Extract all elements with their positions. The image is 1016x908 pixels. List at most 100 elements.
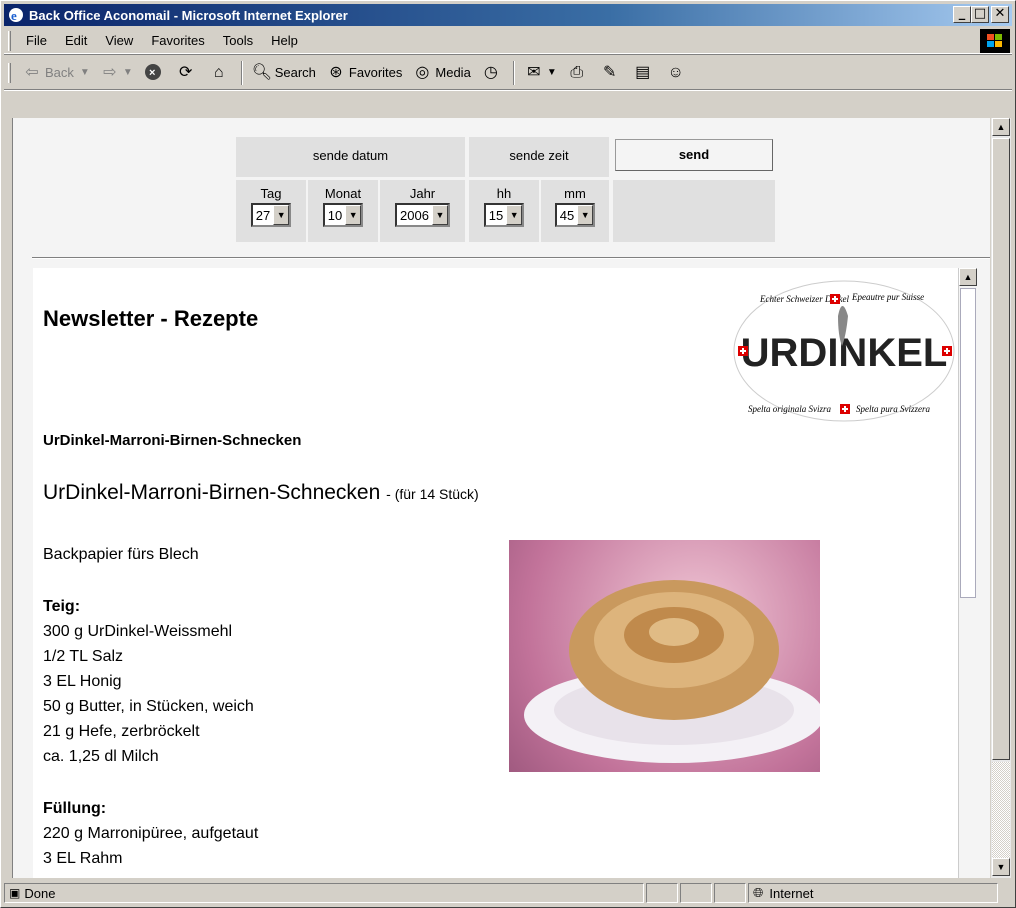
chevron-down-icon: ▼ (345, 205, 362, 225)
ingredient: ca. 1,25 dl Milch (43, 748, 159, 765)
edit-button[interactable]: ✎ (595, 60, 628, 86)
urdinkel-logo: URDINKEL Echter Schweizer Dinkel Epeautr… (730, 276, 958, 426)
ingredient: 50 g Butter, in Stücken, weich (43, 698, 254, 715)
discuss-icon: ▤ (635, 63, 651, 81)
recipe-subtitle: - (für 14 Stück) (386, 486, 479, 502)
status-text: Done (24, 885, 56, 901)
scroll-up-icon[interactable]: ▲ (992, 118, 1010, 136)
divider (32, 257, 990, 259)
scroll-thumb[interactable] (960, 288, 976, 598)
newsletter-title: Newsletter - Rezepte (43, 306, 259, 331)
minimize-button[interactable]: _ (953, 6, 971, 23)
year-label: Jahr (409, 186, 436, 201)
status-bar: ▣ Done 🌐︎ Internet (4, 881, 1012, 905)
zone-text: Internet (769, 885, 814, 901)
month-label: Monat (324, 186, 362, 201)
send-button[interactable]: send (615, 139, 773, 171)
favorites-button[interactable]: ⊛ Favorites (321, 60, 407, 86)
favorites-icon: ⊛ (329, 63, 343, 81)
forward-arrow-icon: ⇨ (103, 63, 117, 81)
toolbar-grip (8, 62, 11, 83)
menu-favorites[interactable]: Favorites (142, 33, 213, 48)
ingredient: 3 EL Honig (43, 673, 122, 690)
home-button[interactable]: ⌂ (204, 60, 237, 86)
menu-view[interactable]: View (96, 33, 142, 48)
month-group: Monat 10 ▼ (308, 180, 378, 242)
status-text-cell: ▣ Done (4, 883, 644, 903)
recipe-small-title: UrDinkel-Marroni-Birnen-Schnecken (43, 432, 302, 449)
minute-label: mm (564, 186, 586, 201)
menu-edit[interactable]: Edit (56, 33, 96, 48)
zone-cell: 🌐︎ Internet (748, 883, 998, 903)
year-select[interactable]: 2006 ▼ (395, 203, 450, 227)
toolbar: ⇦ Back ▼ ⇨ ▼ × ⟳ ⌂ 🔍︎ Search ⊛ Favorites ◎ Med… (4, 56, 1012, 90)
recipe-title: UrDinkel-Marroni-Birnen-Schnecken - (für… (43, 481, 479, 504)
scroll-track[interactable] (992, 762, 1010, 858)
menu-tools[interactable]: Tools (214, 33, 262, 48)
minute-select[interactable]: 45 ▼ (554, 203, 596, 227)
refresh-button[interactable]: ⟳ (171, 60, 204, 86)
menu-grip (8, 30, 11, 51)
ie-icon: e (8, 7, 24, 23)
back-arrow-icon: ⇦ (25, 63, 39, 81)
day-group: Tag 27 ▼ (236, 180, 306, 242)
menu-file[interactable]: File (17, 33, 56, 48)
logo-bottom-left-text: Spelta originala Svizra (748, 404, 831, 414)
menu-help[interactable]: Help (262, 33, 307, 48)
home-icon: ⌂ (213, 63, 224, 81)
day-select[interactable]: 27 ▼ (250, 203, 292, 227)
scroll-up-icon[interactable]: ▲ (959, 268, 977, 286)
status-cell (680, 883, 712, 903)
day-label: Tag (260, 186, 282, 201)
ingredient: 300 g UrDinkel-Weissmehl (43, 623, 233, 640)
ingredient: 3 EL Rahm (43, 850, 123, 867)
messenger-icon: ☺ (667, 63, 684, 81)
ingredient: 1/2 TL Salz (43, 648, 124, 665)
fuellung-heading: Füllung: (43, 800, 107, 817)
stop-button[interactable]: × (138, 60, 171, 86)
newsletter-frame: Newsletter - Rezepte URDINKEL Echter Sch… (33, 268, 975, 878)
search-button[interactable]: 🔍︎ Search (247, 60, 321, 86)
inner-scrollbar[interactable]: ▲ (958, 268, 977, 878)
svg-text:×: × (149, 67, 155, 79)
history-icon: ◷ (483, 63, 498, 81)
media-button[interactable]: ◎ Media (407, 60, 475, 86)
fuellung-section: Füllung: 220 g Marronipüree, aufgetaut 3… (43, 796, 258, 871)
hour-label: hh (496, 186, 512, 201)
teig-heading: Teig: (43, 598, 81, 615)
page-icon: ▣ (9, 886, 21, 900)
empty-cell (613, 180, 775, 242)
print-button[interactable]: ⎙ (562, 60, 595, 86)
discuss-button[interactable]: ▤ (628, 60, 661, 86)
ingredient: 21 g Hefe, zerbröckelt (43, 723, 200, 740)
history-button[interactable]: ◷ (476, 60, 509, 86)
send-date-header: sende datum (236, 137, 465, 177)
scroll-down-icon[interactable]: ▼ (992, 858, 1010, 876)
hour-select[interactable]: 15 ▼ (483, 203, 525, 227)
page-content: sende datum sende zeit send Tag 27 ▼ Mona… (12, 118, 990, 878)
chevron-down-icon: ▼ (431, 205, 448, 225)
month-select[interactable]: 10 ▼ (322, 203, 364, 227)
menu-bar: File Edit View Favorites Tools Help (4, 28, 1012, 54)
chevron-down-icon: ▼ (577, 205, 594, 225)
recipe-photo (509, 540, 824, 772)
title-bar: e Back Office Aconomail - Microsoft Inte… (4, 4, 1012, 26)
back-button[interactable]: ⇦ Back ▼ (17, 60, 95, 86)
minute-group: mm 45 ▼ (541, 180, 609, 242)
forward-button[interactable]: ⇨ ▼ (95, 60, 138, 86)
browser-window: e Back Office Aconomail - Microsoft Inte… (0, 0, 1016, 908)
refresh-icon: ⟳ (179, 63, 193, 81)
logo-bottom-right-text: Spelta pura Svizzera (856, 404, 930, 414)
scroll-thumb[interactable] (992, 138, 1010, 760)
toolbar-separator (512, 60, 515, 85)
globe-icon: 🌐︎ (753, 885, 764, 900)
send-time-header: sende zeit (469, 137, 609, 177)
edit-icon: ✎ (603, 63, 617, 81)
outer-scrollbar[interactable]: ▲ ▼ (991, 118, 1011, 878)
close-button[interactable]: ✕ (991, 6, 1009, 23)
stop-icon: × (143, 63, 163, 83)
messenger-button[interactable]: ☺ (661, 60, 694, 86)
maximize-button[interactable]: □ (971, 6, 989, 23)
windows-logo-icon (980, 29, 1010, 53)
mail-button[interactable]: ✉ ▼ (519, 60, 562, 86)
